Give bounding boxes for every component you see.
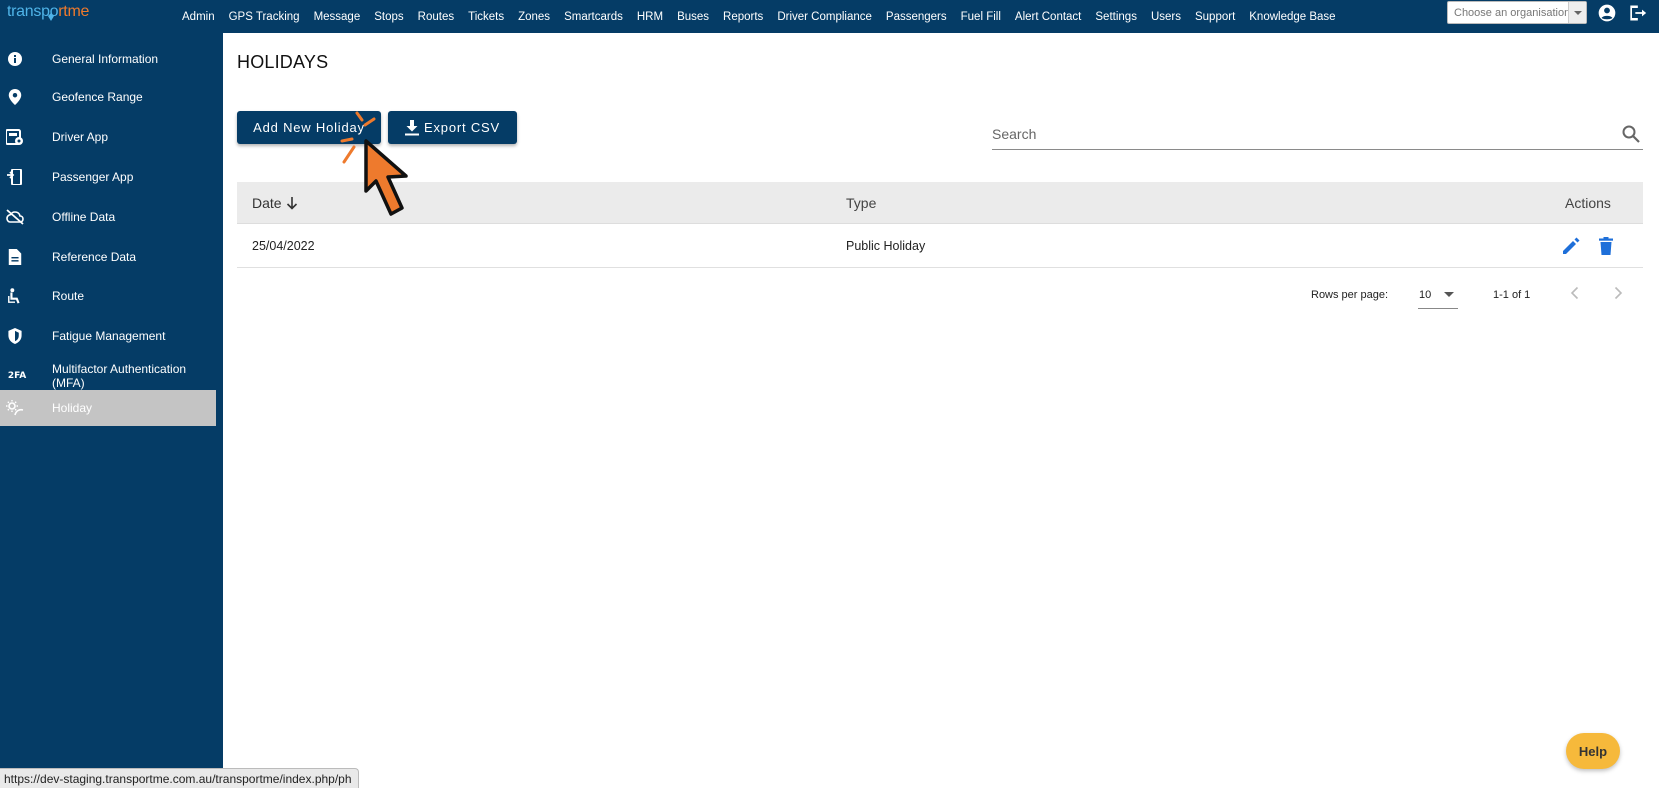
2fa-icon: 2FA [7,371,27,381]
column-header-type[interactable]: Type [846,195,876,211]
sidebar-item-geofence-range[interactable]: Geofence Range [0,79,216,115]
sidebar-item-label: Fatigue Management [52,329,166,343]
nav-smartcards[interactable]: Smartcards [564,11,623,23]
sidebar-item-label: Multifactor Authentication (MFA) [52,362,187,390]
organisation-select[interactable]: Choose an organisation [1447,1,1587,24]
chevron-down-icon [1568,2,1586,23]
top-navbar: transportme Admin GPS Tracking Message S… [0,0,1659,33]
sidebar-item-label: Passenger App [52,170,134,184]
sidebar-item-label: Reference Data [52,250,137,264]
table-row: 25/04/2022 Public Holiday [237,224,1643,268]
nav-alert-contact[interactable]: Alert Contact [1015,11,1081,23]
sidebar-item-label: Holiday [52,401,93,415]
sidebar-item-reference-data[interactable]: Reference Data [0,239,216,275]
nav-driver-compliance[interactable]: Driver Compliance [777,11,872,23]
sidebar-item-label: General Information [52,52,159,66]
chevron-right-icon[interactable] [1610,285,1626,301]
organisation-select-placeholder: Choose an organisation [1454,6,1568,19]
nav-tickets[interactable]: Tickets [468,11,504,23]
sidebar: General Information Geofence Range Drive… [0,33,223,788]
sidebar-item-label: Offline Data [52,210,116,224]
holiday-icon [6,399,24,417]
nav-stops[interactable]: Stops [374,11,403,23]
logout-icon[interactable] [1626,2,1648,24]
arrow-down-icon [287,197,298,210]
sidebar-item-general-information[interactable]: General Information [0,41,216,77]
search-field [992,120,1643,150]
cloud-off-icon [6,208,24,226]
passenger-app-icon [6,168,24,186]
nav-message[interactable]: Message [314,11,361,23]
nav-users[interactable]: Users [1151,11,1181,23]
cell-type: Public Holiday [846,239,926,253]
export-csv-button[interactable]: Export CSV [388,111,517,144]
nav-hrm[interactable]: HRM [637,11,663,23]
logo-pin-icon [48,13,54,21]
search-input[interactable] [992,120,1592,148]
nav-fuel-fill[interactable]: Fuel Fill [961,11,1001,23]
sidebar-item-route[interactable]: Route [0,278,216,314]
nav-admin[interactable]: Admin [182,11,215,23]
help-button[interactable]: Help [1566,733,1620,769]
pagination-range: 1-1 of 1 [1493,289,1531,301]
sidebar-item-label: Geofence Range [52,90,143,104]
caret-down-icon [1444,292,1454,297]
nav-gps-tracking[interactable]: GPS Tracking [229,11,300,23]
sidebar-item-passenger-app[interactable]: Passenger App [0,159,216,195]
sidebar-item-label: Route [52,289,85,303]
table-header: Date Type Actions [237,182,1643,224]
nav-reports[interactable]: Reports [723,11,763,23]
sidebar-item-driver-app[interactable]: Driver App [0,119,216,155]
export-csv-label: Export CSV [424,120,500,135]
sidebar-item-fatigue-management[interactable]: Fatigue Management [0,317,216,355]
location-pin-icon [6,88,24,106]
status-bar-url: https://dev-staging.transportme.com.au/t… [0,768,359,788]
nav-knowledge-base[interactable]: Knowledge Base [1249,11,1335,23]
nav-zones[interactable]: Zones [518,11,550,23]
column-header-date[interactable]: Date [252,195,298,211]
nav-passengers[interactable]: Passengers [886,11,947,23]
download-icon [405,119,420,135]
nav-support[interactable]: Support [1195,11,1235,23]
nav-buses[interactable]: Buses [677,11,709,23]
document-icon [6,248,24,266]
info-icon [6,50,24,68]
sidebar-item-label: Driver App [52,130,109,144]
page-title: HOLIDAYS [237,52,329,72]
route-icon [6,287,24,305]
rows-per-page-value: 10 [1419,289,1432,301]
nav-settings[interactable]: Settings [1095,11,1137,23]
edit-icon[interactable] [1561,236,1581,256]
sidebar-item-holiday[interactable]: Holiday [0,390,216,426]
search-icon[interactable] [1621,124,1641,144]
driver-app-icon [6,128,24,146]
chevron-left-icon[interactable] [1567,285,1583,301]
rows-per-page-label: Rows per page: [1311,289,1389,301]
rows-per-page-select[interactable]: 10 [1418,284,1458,309]
shield-icon [6,327,24,345]
column-header-actions: Actions [1565,195,1611,211]
sidebar-item-offline-data[interactable]: Offline Data [0,199,216,235]
account-circle-icon[interactable] [1596,2,1618,24]
add-new-holiday-button[interactable]: Add New Holiday [237,111,381,144]
delete-icon[interactable] [1596,236,1616,256]
main-nav: Admin GPS Tracking Message Stops Routes … [182,0,1350,33]
nav-routes[interactable]: Routes [418,11,454,23]
cell-date: 25/04/2022 [252,239,315,253]
